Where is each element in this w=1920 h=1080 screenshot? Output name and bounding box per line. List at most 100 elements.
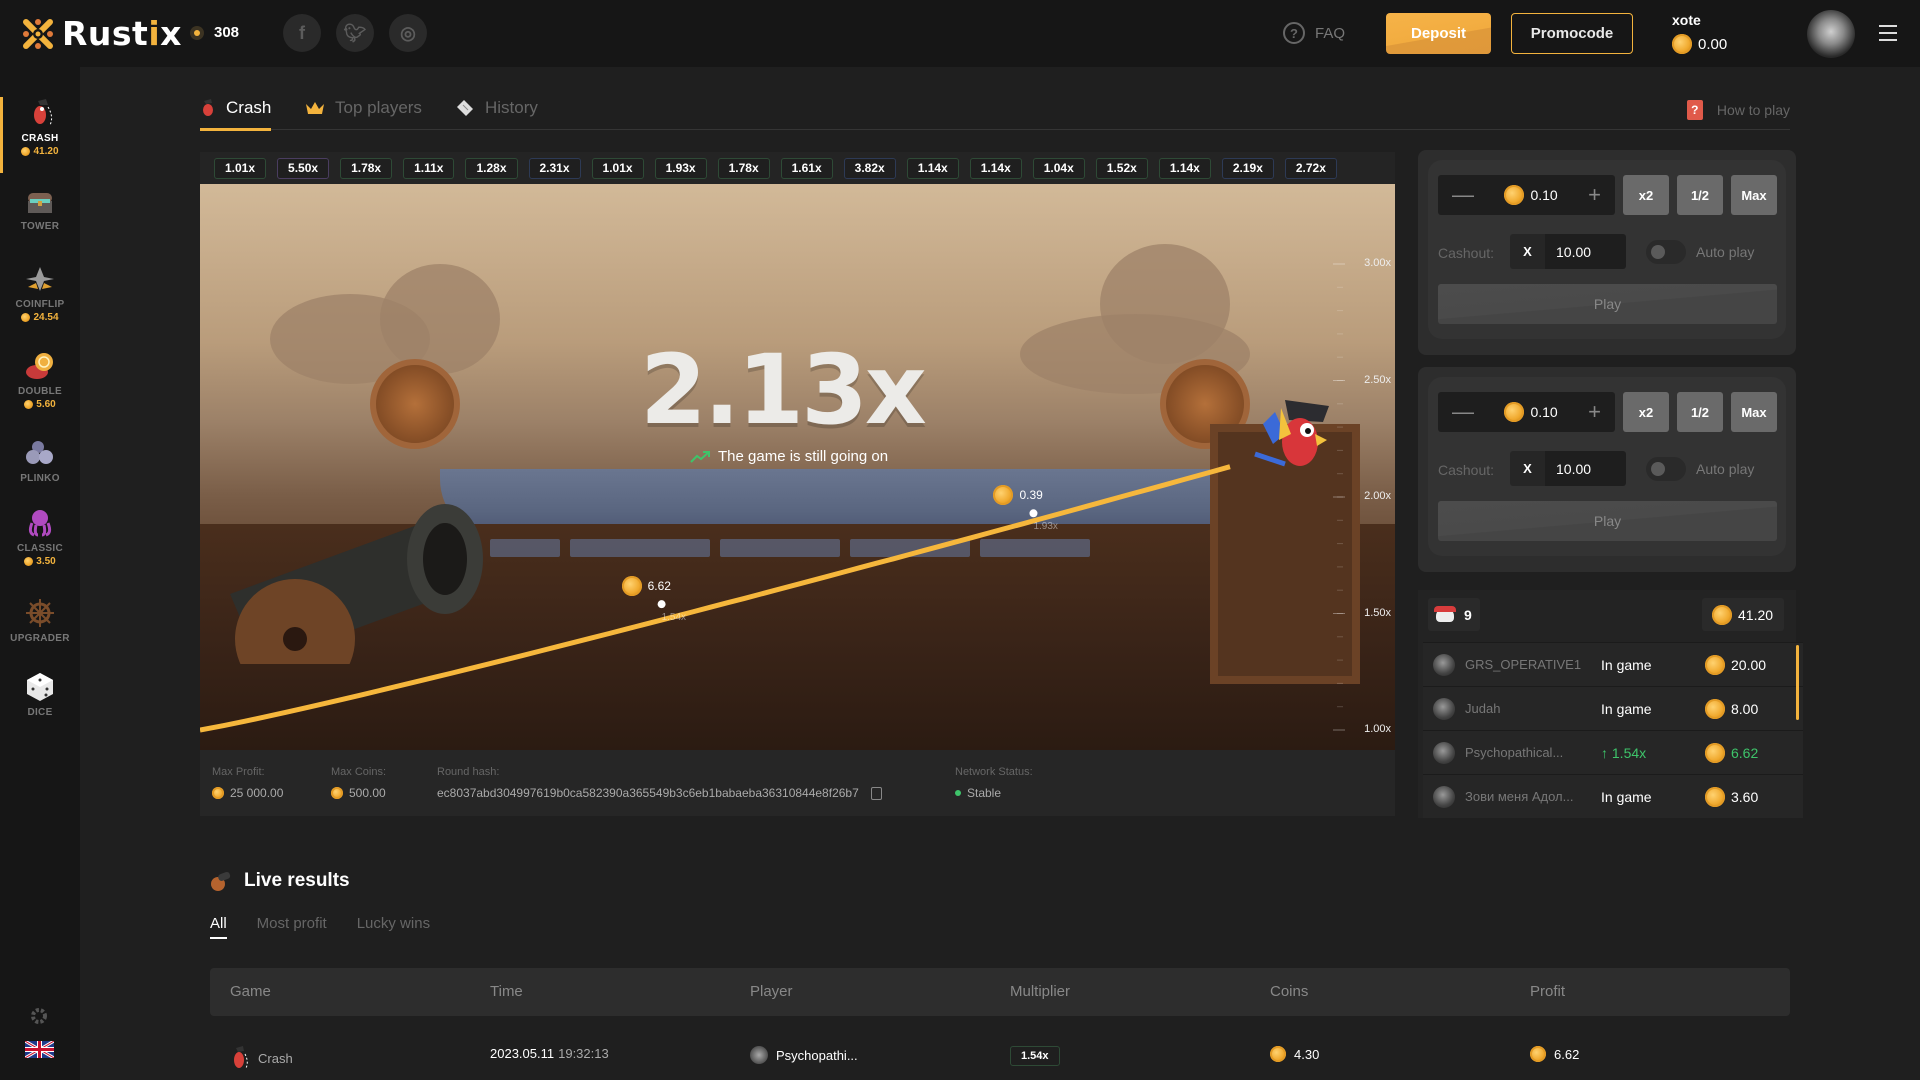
player-status: ↑ 1.54x [1601, 744, 1647, 761]
minus-icon[interactable]: — [1452, 182, 1474, 208]
auto-play-toggle[interactable] [1646, 240, 1686, 264]
player-status: In game [1601, 656, 1652, 673]
history-chip[interactable]: 3.82x [843, 157, 896, 179]
tab-top-players[interactable]: Top players [305, 98, 422, 130]
max-bet-button[interactable]: Max [1731, 175, 1777, 215]
cell-multiplier: 1.54x [1010, 1046, 1060, 1066]
live-results-tabs: All Most profit Lucky wins [210, 915, 430, 939]
column-header: Player [750, 983, 793, 1000]
sidebar-item-classic[interactable]: CLASSIC 3.50 [0, 507, 80, 567]
tab-history[interactable]: History [455, 98, 538, 130]
play-button[interactable]: Play [1438, 284, 1777, 324]
axis-label: 1.50x [1364, 606, 1391, 619]
coin-icon [1705, 698, 1725, 719]
game-status: The game is still going on [690, 448, 888, 465]
tab-most-profit[interactable]: Most profit [257, 915, 327, 939]
coin-icon [993, 485, 1014, 506]
copy-icon[interactable] [870, 786, 882, 800]
history-chip[interactable]: 1.14x [1158, 157, 1211, 179]
uk-flag-icon[interactable] [25, 1041, 54, 1058]
sidebar-item-crash[interactable]: CRASH 41.20 [0, 97, 80, 173]
sidebar-item-dice[interactable]: DICE [0, 671, 80, 718]
max-profit-value: 25 000.00 [230, 786, 284, 800]
player-avatar [1433, 653, 1455, 676]
coin-icon [1712, 604, 1732, 625]
plus-icon[interactable]: + [1588, 182, 1601, 208]
history-chip[interactable]: 1.61x [780, 157, 833, 179]
max-bet-button[interactable]: Max [1731, 392, 1777, 432]
parrot-icon [34, 99, 53, 126]
sidebar-item-double[interactable]: DOUBLE 5.60 [0, 350, 80, 410]
top-header: Rustix 308 f 🐦︎ ◎ ? FAQ Deposit Promocod… [0, 0, 1920, 67]
history-chip[interactable]: 1.04x [1032, 157, 1085, 179]
sidebar-item-plinko[interactable]: PLINKO [0, 437, 80, 484]
menu-button[interactable] [1879, 25, 1897, 41]
history-chip[interactable]: 1.78x [340, 157, 393, 179]
ship-wheel-icon [26, 599, 54, 627]
bet-panel: — 0.10 + x2 1/2 Max Cashout: X Auto play… [1418, 367, 1796, 572]
history-chip[interactable]: 5.50x [277, 157, 330, 179]
cashout-prefix: X [1510, 451, 1545, 486]
tab-all[interactable]: All [210, 915, 227, 939]
hamburger-icon-line [1879, 32, 1897, 34]
sidebar-item-upgrader[interactable]: UPGRADER [0, 597, 80, 644]
bet-amount-value[interactable]: 0.10 [1530, 404, 1557, 420]
cashout-amount: 6.62 [621, 576, 671, 597]
instagram-button[interactable]: ◎ [389, 14, 427, 52]
cashout-input[interactable] [1545, 451, 1626, 486]
history-chip[interactable]: 2.72x [1284, 157, 1337, 179]
players-panel: 9 41.20 GRS_OPERATIVE1 In game 20.00 Jud… [1418, 590, 1803, 818]
double-bet-button[interactable]: x2 [1623, 175, 1669, 215]
gear-icon[interactable] [30, 1007, 48, 1025]
bet-amount-value[interactable]: 0.10 [1530, 187, 1557, 203]
history-chip[interactable]: 1.11x [403, 157, 455, 179]
plus-icon[interactable]: + [1588, 399, 1601, 425]
history-chip[interactable]: 1.78x [717, 157, 770, 179]
pirate-skull-icon [1434, 605, 1456, 622]
crown-icon [306, 102, 324, 114]
history-chip[interactable]: 1.01x [214, 157, 267, 179]
table-row[interactable]: Crash 2023.05.11 19:32:13 Psychopathi... … [210, 1036, 1790, 1076]
how-to-play-link[interactable]: ? How to play [1686, 100, 1790, 120]
history-chip[interactable]: 1.14x [969, 157, 1022, 179]
history-chip[interactable]: 1.93x [654, 157, 707, 179]
bet-amount-input[interactable]: — 0.10 + [1438, 175, 1615, 215]
live-results-heading: Live results [210, 870, 350, 892]
history-chip[interactable]: 1.52x [1095, 157, 1148, 179]
players-scrollbar[interactable] [1796, 645, 1799, 720]
game-status-text: The game is still going on [718, 448, 889, 465]
cashout-input[interactable] [1545, 234, 1626, 269]
deposit-button[interactable]: Deposit [1386, 13, 1491, 54]
twitter-button[interactable]: 🐦︎ [336, 14, 374, 52]
results-table-header: Game Time Player Multiplier Coins Profit [210, 968, 1790, 1016]
user-avatar[interactable] [1807, 10, 1855, 58]
facebook-button[interactable]: f [283, 14, 321, 52]
history-chip[interactable]: 1.01x [591, 157, 644, 179]
bet-amount-input[interactable]: — 0.10 + [1438, 392, 1615, 432]
minus-icon[interactable]: — [1452, 399, 1474, 425]
half-bet-button[interactable]: 1/2 [1677, 175, 1723, 215]
tab-lucky-wins[interactable]: Lucky wins [357, 915, 430, 939]
crash-game-canvas: 3.00x 2.50x 2.00x 1.50x 1.00x 6.62 1.54x 0.39 1… [200, 184, 1395, 750]
play-button[interactable]: Play [1438, 501, 1777, 541]
sidebar-item-label: PLINKO [20, 473, 60, 484]
promocode-button[interactable]: Promocode [1511, 13, 1633, 54]
history-chip[interactable]: 2.19x [1221, 157, 1274, 179]
history-chip[interactable]: 1.14x [906, 157, 959, 179]
auto-play-toggle[interactable] [1646, 457, 1686, 481]
coin-icon [212, 787, 224, 799]
tab-crash[interactable]: Crash [200, 98, 272, 131]
player-name: Judah [1465, 701, 1501, 716]
double-bet-button[interactable]: x2 [1623, 392, 1669, 432]
sidebar-item-coinflip[interactable]: COINFLIP 24.54 [0, 263, 80, 323]
twitter-icon: 🐦︎ [343, 22, 367, 43]
history-chip[interactable]: 2.31x [528, 157, 581, 179]
player-count-value: 9 [1464, 606, 1472, 623]
sidebar-item-tower[interactable]: TOWER [0, 185, 80, 232]
faq-link[interactable]: ? FAQ [1283, 22, 1345, 44]
parrot-icon [1254, 400, 1329, 467]
half-bet-button[interactable]: 1/2 [1677, 392, 1723, 432]
logo[interactable]: Rustix [20, 14, 182, 53]
history-chip[interactable]: 1.28x [465, 157, 518, 179]
coin-icon [1705, 742, 1725, 763]
